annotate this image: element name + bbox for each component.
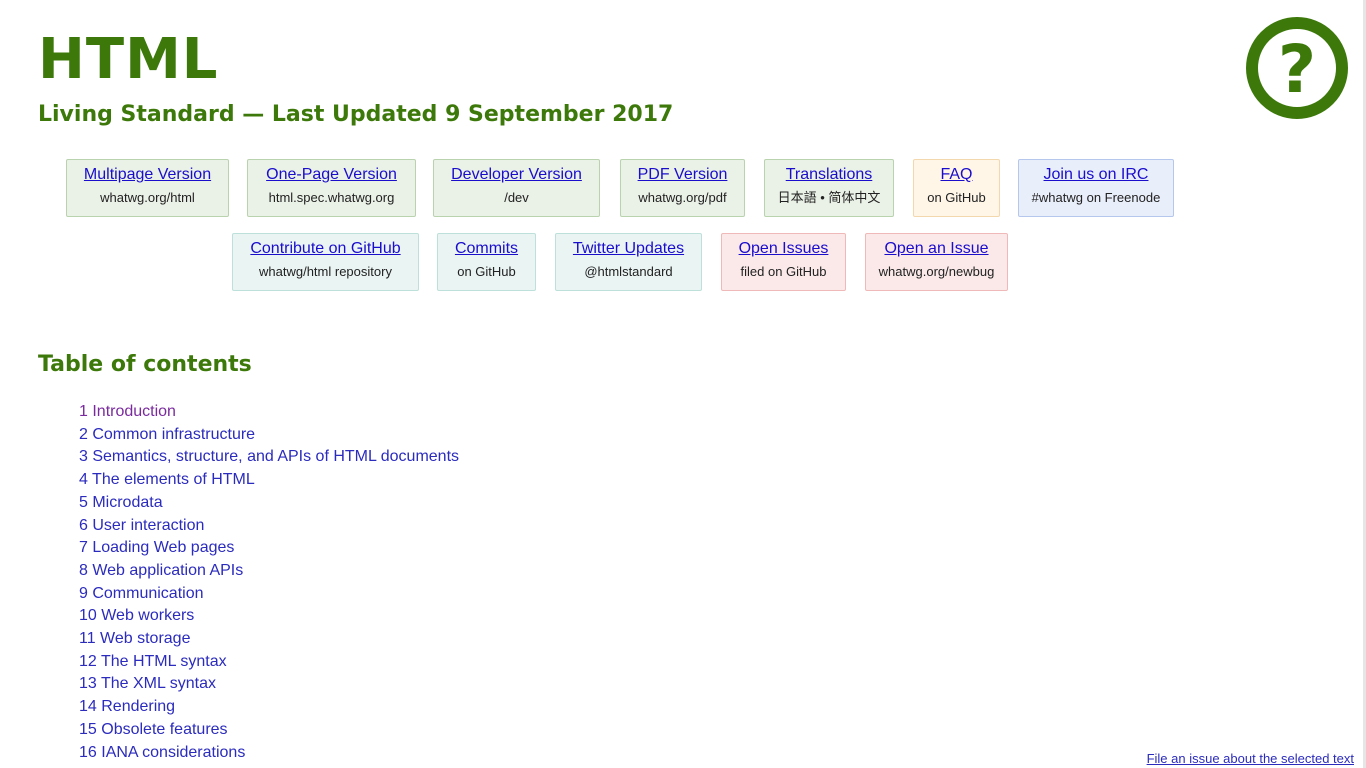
toc-link-iana-considerations[interactable]: 16 IANA considerations (79, 744, 245, 761)
toc-heading: Table of contents (38, 352, 252, 377)
toc-link-user-interaction[interactable]: 6 User interaction (79, 517, 204, 534)
link-one-page-version-sub: html.spec.whatwg.org (268, 190, 395, 205)
toc-item: 8 Web application APIs (79, 560, 459, 583)
link-contribute-github-sub: whatwg/html repository (259, 264, 392, 279)
toc-item: 14 Rendering (79, 696, 459, 719)
link-commits-sub: on GitHub (457, 264, 516, 279)
link-translations[interactable]: Translations 日本語 • 简体中文 (764, 159, 894, 217)
link-one-page-version[interactable]: One-Page Version html.spec.whatwg.org (247, 159, 416, 217)
link-developer-version-label[interactable]: Developer Version (434, 165, 599, 185)
link-open-issues[interactable]: Open Issues filed on GitHub (721, 233, 846, 291)
toc-item: 4 The elements of HTML (79, 469, 459, 492)
link-translations-label[interactable]: Translations (765, 165, 893, 185)
toc-item: 10 Web workers (79, 605, 459, 628)
link-open-an-issue-sub: whatwg.org/newbug (878, 264, 995, 279)
link-developer-version[interactable]: Developer Version /dev (433, 159, 600, 217)
link-join-irc-label[interactable]: Join us on IRC (1019, 165, 1173, 185)
toc-item: 7 Loading Web pages (79, 537, 459, 560)
toc-link-loading-web-pages[interactable]: 7 Loading Web pages (79, 539, 234, 556)
toc-link-xml-syntax[interactable]: 13 The XML syntax (79, 675, 216, 692)
toc-item: 2 Common infrastructure (79, 424, 459, 447)
link-multipage-version-label[interactable]: Multipage Version (67, 165, 228, 185)
toc-item: 6 User interaction (79, 515, 459, 538)
toc-link-introduction[interactable]: 1 Introduction (79, 403, 176, 420)
question-mark-icon[interactable]: ? (1245, 16, 1349, 120)
link-twitter-updates[interactable]: Twitter Updates @htmlstandard (555, 233, 702, 291)
toc-link-web-application-apis[interactable]: 8 Web application APIs (79, 562, 243, 579)
toc-link-microdata[interactable]: 5 Microdata (79, 494, 163, 511)
link-contribute-github-label[interactable]: Contribute on GitHub (233, 239, 418, 259)
toc-list: 1 Introduction 2 Common infrastructure 3… (79, 401, 459, 764)
page-header: HTML Living Standard — Last Updated 9 Se… (38, 26, 673, 128)
toc-link-common-infrastructure[interactable]: 2 Common infrastructure (79, 426, 255, 443)
link-translations-sub: 日本語 • 简体中文 (777, 190, 881, 205)
toc-link-communication[interactable]: 9 Communication (79, 585, 204, 602)
link-open-issues-sub: filed on GitHub (740, 264, 827, 279)
page-title: HTML (38, 27, 219, 92)
link-commits-label[interactable]: Commits (438, 239, 535, 259)
page-subtitle: Living Standard — Last Updated 9 Septemb… (38, 102, 674, 127)
link-contribute-github[interactable]: Contribute on GitHub whatwg/html reposit… (232, 233, 419, 291)
toc-link-obsolete-features[interactable]: 15 Obsolete features (79, 721, 228, 738)
toc-item: 3 Semantics, structure, and APIs of HTML… (79, 446, 459, 469)
link-twitter-updates-label[interactable]: Twitter Updates (556, 239, 701, 259)
link-open-issues-label[interactable]: Open Issues (722, 239, 845, 259)
file-issue-link[interactable]: File an issue about the selected text (1147, 750, 1354, 768)
help-glyph: ? (1278, 31, 1316, 108)
link-multipage-version[interactable]: Multipage Version whatwg.org/html (66, 159, 229, 217)
toc-link-html-syntax[interactable]: 12 The HTML syntax (79, 653, 227, 670)
link-twitter-updates-sub: @htmlstandard (584, 264, 673, 279)
toc-link-web-storage[interactable]: 11 Web storage (79, 630, 190, 647)
link-one-page-version-label[interactable]: One-Page Version (248, 165, 415, 185)
toc-link-semantics[interactable]: 3 Semantics, structure, and APIs of HTML… (79, 448, 459, 465)
toc-item: 5 Microdata (79, 492, 459, 515)
link-join-irc-sub: #whatwg on Freenode (1031, 190, 1161, 205)
toc-link-elements[interactable]: 4 The elements of HTML (79, 471, 255, 488)
link-pdf-version-label[interactable]: PDF Version (621, 165, 744, 185)
link-developer-version-sub: /dev (504, 190, 529, 205)
toc-item: 12 The HTML syntax (79, 651, 459, 674)
link-faq[interactable]: FAQ on GitHub (913, 159, 1000, 217)
toc-link-rendering[interactable]: 14 Rendering (79, 698, 175, 715)
link-open-an-issue[interactable]: Open an Issue whatwg.org/newbug (865, 233, 1008, 291)
toc-link-web-workers[interactable]: 10 Web workers (79, 607, 194, 624)
link-pdf-version[interactable]: PDF Version whatwg.org/pdf (620, 159, 745, 217)
link-faq-sub: on GitHub (927, 190, 986, 205)
toc-item: 16 IANA considerations (79, 742, 459, 765)
link-multipage-version-sub: whatwg.org/html (100, 190, 195, 205)
link-commits[interactable]: Commits on GitHub (437, 233, 536, 291)
link-faq-label[interactable]: FAQ (914, 165, 999, 185)
link-pdf-version-sub: whatwg.org/pdf (638, 190, 727, 205)
toc-item: 13 The XML syntax (79, 673, 459, 696)
toc-item: 9 Communication (79, 583, 459, 606)
link-open-an-issue-label[interactable]: Open an Issue (866, 239, 1007, 259)
toc-item: 11 Web storage (79, 628, 459, 651)
link-join-irc[interactable]: Join us on IRC #whatwg on Freenode (1018, 159, 1174, 217)
toc-item: 1 Introduction (79, 401, 459, 424)
toc-item: 15 Obsolete features (79, 719, 459, 742)
